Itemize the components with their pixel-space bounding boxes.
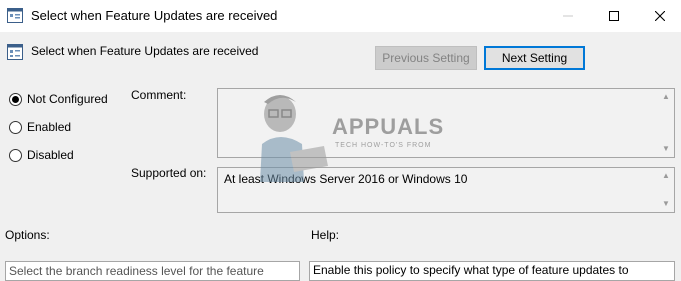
radio-button[interactable] <box>9 120 22 134</box>
help-label: Help: <box>311 228 340 242</box>
radio-label: Not Configured <box>27 92 108 106</box>
help-pane-text: Enable this policy to specify what type … <box>313 263 629 277</box>
scroll-down-icon[interactable]: ▼ <box>662 145 670 153</box>
watermark-brand: APPUALS <box>332 114 445 139</box>
title-bar: Select when Feature Updates are received <box>0 0 681 32</box>
close-icon <box>655 11 665 21</box>
previous-setting-button[interactable]: Previous Setting <box>375 46 477 70</box>
radio-button-selected[interactable] <box>9 92 22 106</box>
maximize-button[interactable] <box>591 0 637 32</box>
options-label: Options: <box>5 228 50 242</box>
policy-window-icon <box>7 8 23 23</box>
comment-label: Comment: <box>131 88 187 102</box>
scroll-down-icon[interactable]: ▼ <box>662 200 670 208</box>
help-pane[interactable]: Enable this policy to specify what type … <box>309 261 675 281</box>
watermark-tagline: TECH HOW-TO'S FROM <box>335 142 432 149</box>
policy-title: Select when Feature Updates are received <box>31 44 259 58</box>
supported-scrollbar[interactable]: ▲ ▼ <box>658 168 674 212</box>
close-button[interactable] <box>637 0 681 32</box>
next-setting-button[interactable]: Next Setting <box>484 46 585 70</box>
window-title: Select when Feature Updates are received <box>31 8 278 23</box>
options-pane-text: Select the branch readiness level for th… <box>9 264 264 278</box>
minimize-button[interactable] <box>545 0 591 32</box>
radio-enabled[interactable]: Enabled <box>9 120 71 134</box>
maximize-icon <box>609 11 619 21</box>
appuals-watermark: APPUALS TECH HOW-TO'S FROM <box>232 92 445 182</box>
minimize-icon <box>563 15 573 17</box>
scroll-up-icon[interactable]: ▲ <box>662 172 670 180</box>
radio-button[interactable] <box>9 148 22 162</box>
radio-label: Disabled <box>27 148 74 162</box>
radio-not-configured[interactable]: Not Configured <box>9 92 108 106</box>
comment-scrollbar[interactable]: ▲ ▼ <box>658 89 674 157</box>
scroll-up-icon[interactable]: ▲ <box>662 93 670 101</box>
policy-icon <box>7 44 23 60</box>
options-pane[interactable]: Select the branch readiness level for th… <box>5 261 300 281</box>
supported-on-label: Supported on: <box>131 166 207 180</box>
mascot-icon <box>260 95 328 182</box>
radio-label: Enabled <box>27 120 72 134</box>
radio-disabled[interactable]: Disabled <box>9 148 74 162</box>
